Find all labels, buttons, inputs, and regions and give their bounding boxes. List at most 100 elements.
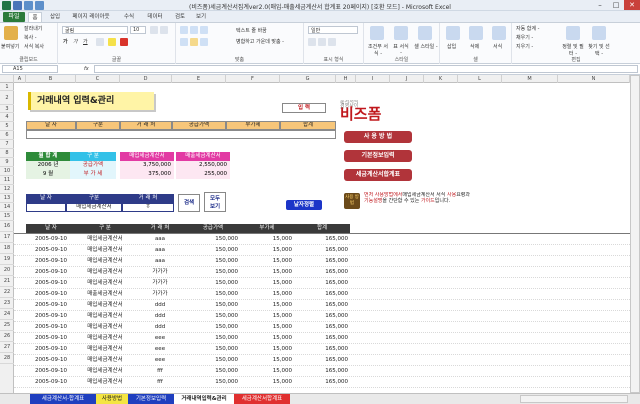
tab-data[interactable]: 데이터 (143, 12, 167, 22)
row-header-2[interactable]: 2 (0, 91, 14, 105)
format-cells-button[interactable]: 서식 (493, 43, 502, 50)
date-sort-button[interactable]: 날자정렬 (286, 200, 322, 210)
show-all-button[interactable]: 모두 보기 (204, 192, 226, 212)
table-cell-0[interactable]: 2005-09-10 (26, 289, 76, 300)
copy-button[interactable]: 복사 - (24, 34, 37, 41)
sort-filter-icon[interactable] (566, 26, 580, 40)
row-header-14[interactable]: 14 (0, 203, 14, 212)
row-header-6[interactable]: 6 (0, 131, 14, 140)
table-cell-4[interactable]: 15,000 (240, 267, 294, 278)
column-header-m[interactable]: M (502, 75, 558, 83)
basic-info-button[interactable]: 기본정보입력 (344, 150, 412, 162)
paste-icon[interactable] (4, 26, 18, 40)
table-cell-1[interactable]: 매입세금계산서 (76, 366, 134, 377)
table-cell-0[interactable]: 2005-09-10 (26, 256, 76, 267)
column-header-i[interactable]: I (356, 75, 390, 83)
tab-page-layout[interactable]: 페이지 레이아웃 (66, 12, 116, 22)
table-cell-5[interactable]: 165,000 (294, 234, 350, 245)
table-cell-5[interactable]: 165,000 (294, 333, 350, 344)
row-header-9[interactable]: 9 (0, 158, 14, 167)
row-header-13[interactable]: 13 (0, 194, 14, 203)
fill-button[interactable]: 채우기 - (516, 34, 533, 41)
table-cell-0[interactable]: 2005-09-10 (26, 333, 76, 344)
sheet-tab-transactions[interactable]: 거래내역입력&관리 (174, 394, 234, 404)
search-client-input[interactable]: ㅎ (122, 203, 174, 212)
table-cell-4[interactable]: 15,000 (240, 278, 294, 289)
conditional-format-icon[interactable] (370, 26, 384, 40)
table-cell-2[interactable]: fff (134, 377, 186, 388)
font-name-select[interactable]: 굴림 (62, 26, 128, 34)
table-cell-2[interactable]: eee (134, 355, 186, 366)
table-cell-4[interactable]: 15,000 (240, 344, 294, 355)
tab-formulas[interactable]: 수식 (120, 12, 138, 22)
table-cell-2[interactable]: 가가가 (134, 267, 186, 278)
row-header-8[interactable]: 8 (0, 149, 14, 158)
table-cell-0[interactable]: 2005-09-10 (26, 267, 76, 278)
table-cell-1[interactable]: 매입세금계산서 (76, 278, 134, 289)
table-cell-5[interactable]: 165,000 (294, 344, 350, 355)
table-cell-1[interactable]: 매입세금계산서 (76, 267, 134, 278)
table-cell-3[interactable]: 150,000 (186, 245, 240, 256)
select-all-corner[interactable] (0, 75, 14, 83)
vertical-scrollbar[interactable] (630, 75, 640, 393)
table-cell-4[interactable]: 15,000 (240, 234, 294, 245)
table-cell-1[interactable]: 매입세금계산서 (76, 322, 134, 333)
search-button[interactable]: 검색 (178, 194, 200, 212)
table-cell-2[interactable]: 가가가 (134, 278, 186, 289)
table-cell-4[interactable]: 15,000 (240, 256, 294, 267)
table-cell-3[interactable]: 150,000 (186, 234, 240, 245)
table-cell-4[interactable]: 15,000 (240, 355, 294, 366)
table-cell-5[interactable]: 165,000 (294, 355, 350, 366)
row-header-25[interactable]: 25 (0, 320, 14, 331)
minimize-button[interactable]: – (592, 0, 608, 10)
grow-font-icon[interactable] (150, 26, 158, 34)
format-table-button[interactable]: 표 서식 - (392, 43, 410, 56)
column-header-g[interactable]: G (280, 75, 336, 83)
row-header-17[interactable]: 17 (0, 232, 14, 243)
usage-guide-button[interactable]: 사 용 방 법 (344, 131, 412, 143)
fill-color-icon[interactable] (108, 38, 116, 46)
table-cell-3[interactable]: 150,000 (186, 267, 240, 278)
table-cell-5[interactable]: 165,000 (294, 267, 350, 278)
column-header-a[interactable]: A (14, 75, 26, 83)
table-cell-0[interactable]: 2005-09-10 (26, 245, 76, 256)
border-icon[interactable] (96, 38, 104, 46)
align-right-icon[interactable] (200, 38, 208, 46)
italic-button[interactable]: 가 (73, 38, 78, 45)
table-cell-0[interactable]: 2005-09-10 (26, 234, 76, 245)
comma-icon[interactable] (328, 38, 336, 46)
table-cell-5[interactable]: 165,000 (294, 322, 350, 333)
column-header-f[interactable]: F (226, 75, 280, 83)
sheet-tab-tax-summary-2[interactable]: 세금계산서합계표 (234, 394, 290, 404)
tab-review[interactable]: 검토 (172, 12, 188, 22)
table-cell-4[interactable]: 15,000 (240, 289, 294, 300)
row-header-22[interactable]: 22 (0, 287, 14, 298)
table-cell-4[interactable]: 15,000 (240, 366, 294, 377)
row-header-27[interactable]: 27 (0, 342, 14, 353)
table-cell-3[interactable]: 150,000 (186, 333, 240, 344)
entry-input-row[interactable] (26, 130, 336, 139)
table-cell-2[interactable]: aaa (134, 245, 186, 256)
table-cell-1[interactable]: 매출세금계산서 (76, 289, 134, 300)
name-box[interactable]: A15 (2, 65, 58, 73)
delete-cells-icon[interactable] (469, 26, 483, 40)
table-cell-5[interactable]: 165,000 (294, 278, 350, 289)
tab-home[interactable]: 홈 (28, 12, 42, 22)
table-cell-4[interactable]: 15,000 (240, 333, 294, 344)
align-bottom-icon[interactable] (200, 26, 208, 34)
column-header-h[interactable]: H (336, 75, 356, 83)
horizontal-scrollbar[interactable] (520, 395, 628, 403)
row-header-15[interactable]: 15 (0, 212, 14, 221)
table-cell-1[interactable]: 매입세금계산서 (76, 377, 134, 388)
align-center-icon[interactable] (190, 38, 198, 46)
worksheet-grid[interactable]: 거래내역 입력&관리 입 력 문서서식 경영사이트 비즈폼 날 자구분거 래 처… (14, 83, 630, 393)
format-cells-icon[interactable] (492, 26, 506, 40)
tab-insert[interactable]: 삽입 (46, 12, 64, 22)
font-size-select[interactable]: 10 (130, 26, 146, 34)
table-cell-2[interactable]: 가가가 (134, 289, 186, 300)
find-select-button[interactable]: 찾기 및 선택 - (586, 43, 612, 57)
clear-button[interactable]: 지우기 - (516, 43, 533, 50)
column-header-j[interactable]: J (390, 75, 424, 83)
cell-styles-button[interactable]: 셀 스타일 - (414, 43, 438, 50)
percent-icon[interactable] (318, 38, 326, 46)
